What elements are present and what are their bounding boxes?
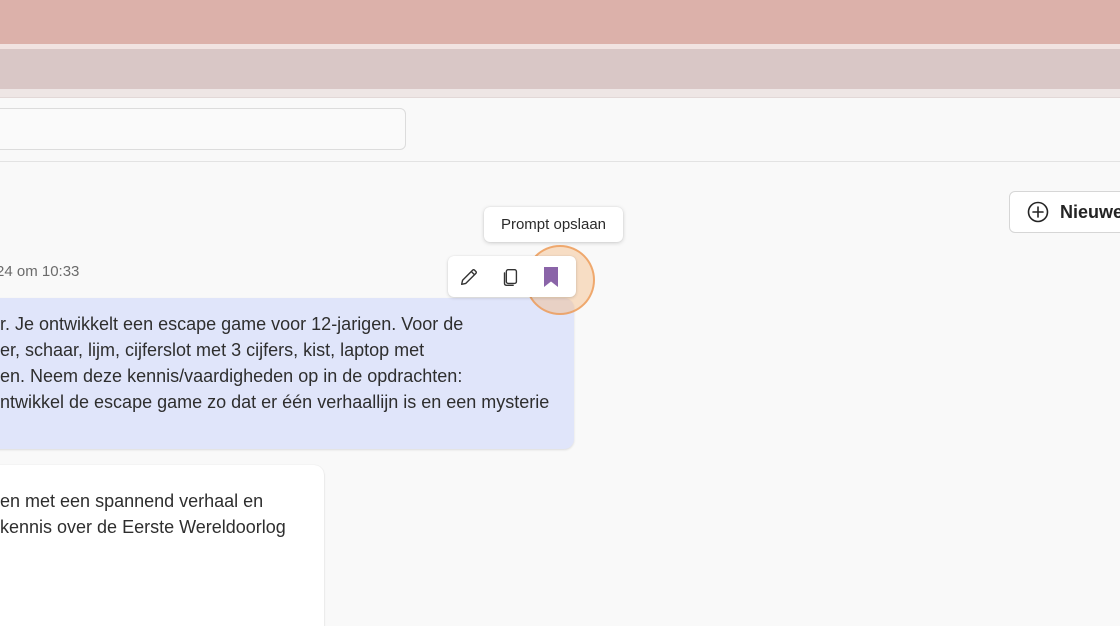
assistant-message-line: en met een spannend verhaal en [0, 491, 264, 511]
copy-icon [503, 268, 518, 286]
plus-circle-icon [1027, 201, 1049, 223]
pencil-icon [460, 268, 478, 286]
bookmark-icon [544, 267, 558, 287]
window-title-bar [0, 0, 1120, 44]
new-chat-button[interactable]: Nieuwe [1009, 191, 1120, 233]
save-prompt-button[interactable] [538, 264, 564, 290]
user-message-line: er, schaar, lijm, cijferslot met 3 cijfe… [0, 340, 425, 360]
user-message-line: r. Je ontwikkelt een escape game voor 12… [0, 314, 464, 334]
message-action-toolbar [448, 256, 576, 297]
save-prompt-tooltip: Prompt opslaan [484, 207, 623, 242]
copy-prompt-button[interactable] [497, 264, 523, 290]
user-message-line: en. Neem deze kennis/vaardigheden op in … [0, 366, 463, 386]
search-input[interactable] [0, 108, 406, 150]
user-message-line: ntwikkel de escape game zo dat er één ve… [0, 392, 550, 412]
browser-tab-bar [0, 49, 1120, 89]
tab-bar-divider [0, 89, 1120, 98]
edit-prompt-button[interactable] [456, 264, 482, 290]
tooltip-text: Prompt opslaan [500, 216, 607, 233]
copilot-chat-page: Nieuwe Prompt opslaan 24 om 10:33 r. Je … [0, 0, 1120, 626]
message-timestamp: 24 om 10:33 [0, 263, 80, 280]
header-divider [0, 161, 1120, 162]
new-chat-label: Nieuwe [1060, 201, 1120, 222]
assistant-message-line: kennis over de Eerste Wereldoorlog [0, 517, 286, 537]
